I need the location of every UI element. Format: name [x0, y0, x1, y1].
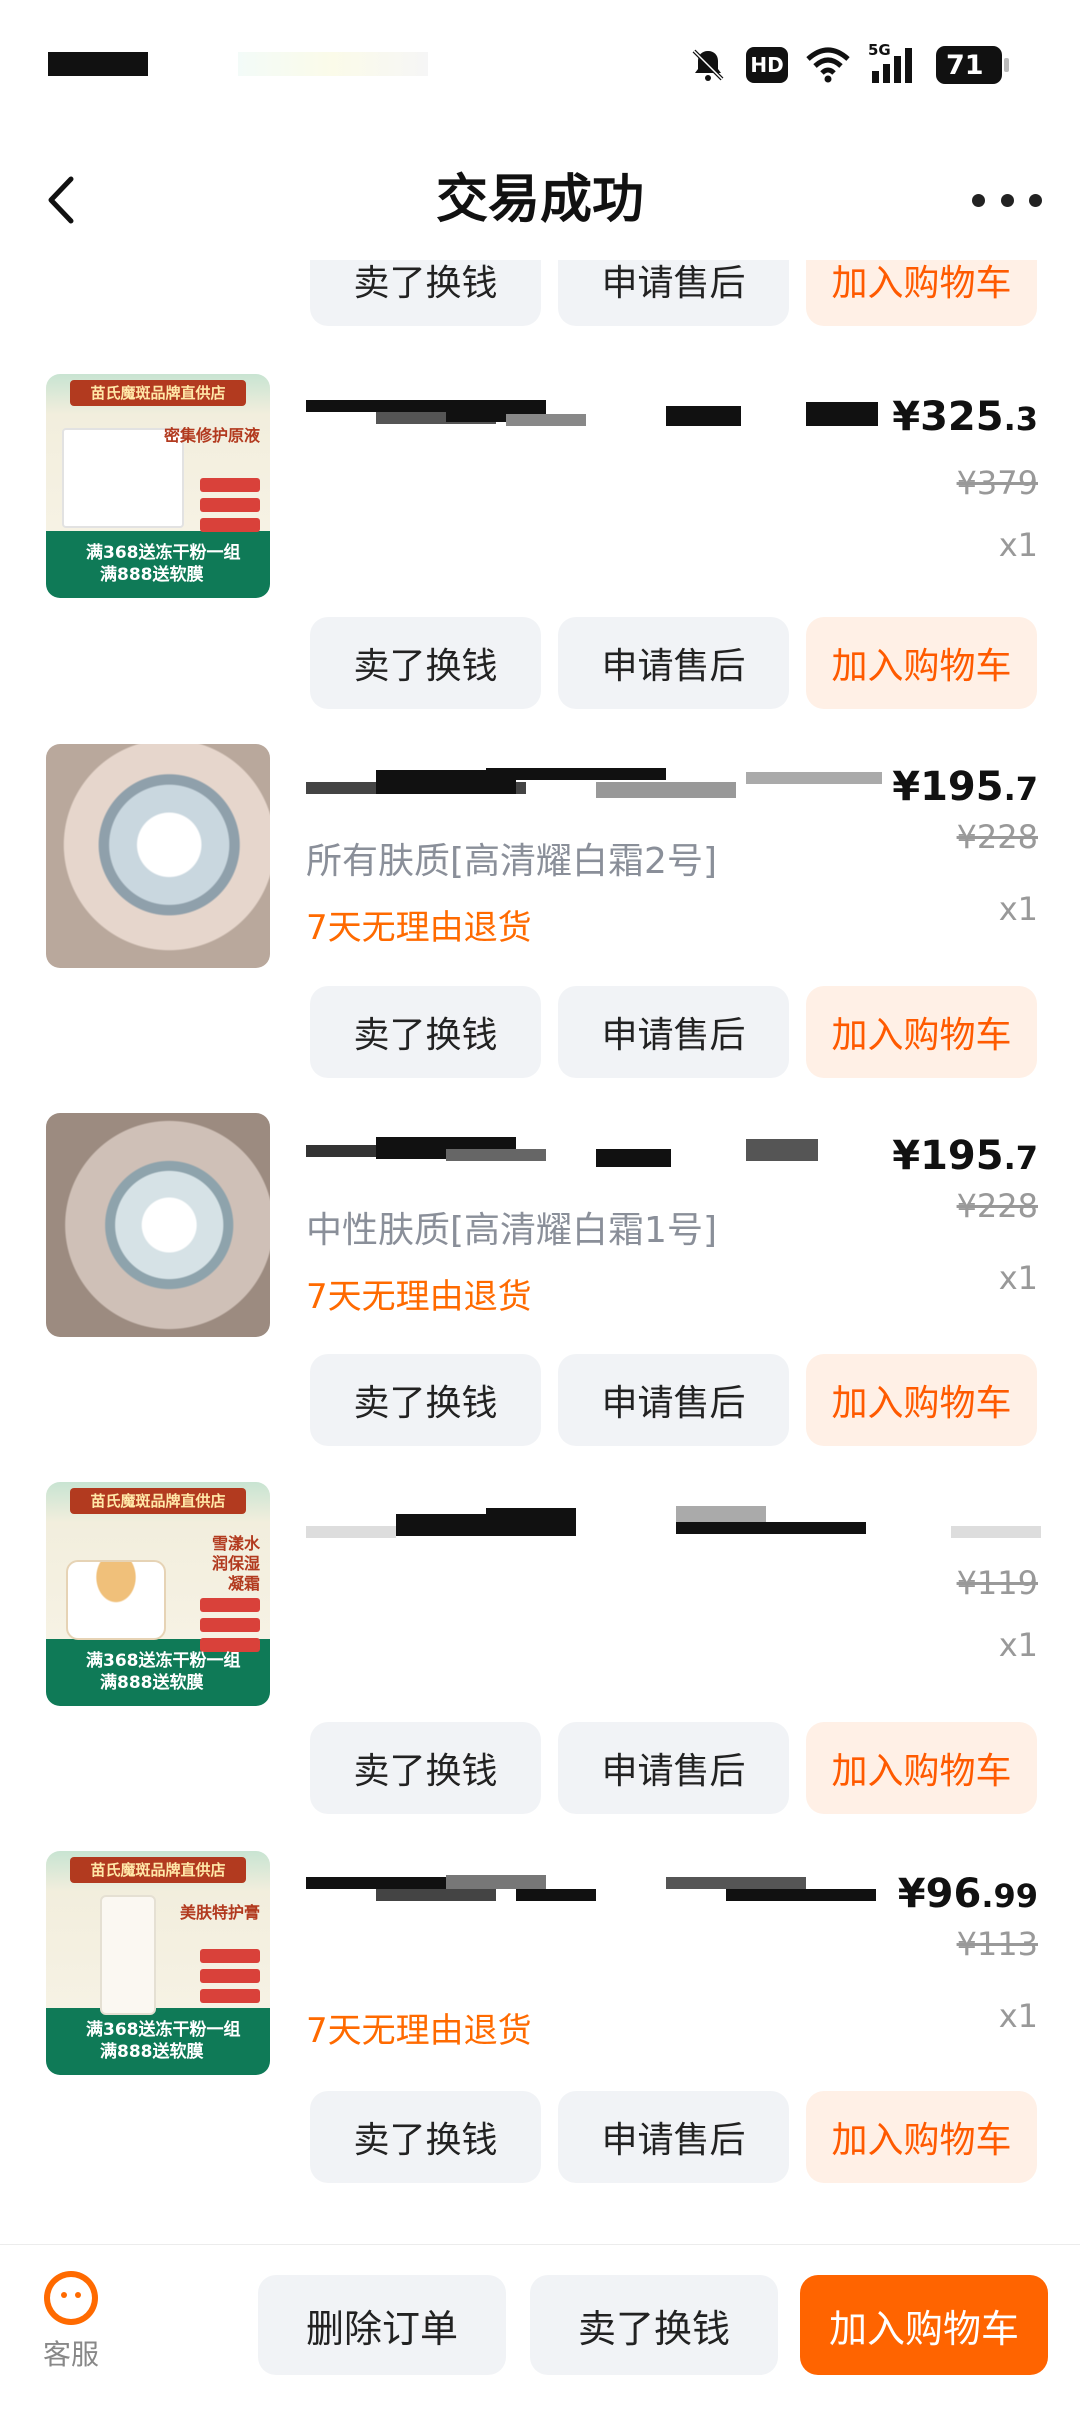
brand-banner: 苗氏魔斑品牌直供店: [70, 1857, 246, 1883]
brand-banner: 苗氏魔斑品牌直供店: [70, 1488, 246, 1514]
item-quantity: x1: [998, 1997, 1038, 2035]
item-action-row: 卖了换钱 申请售后 加入购物车: [310, 1722, 1038, 1814]
order-item[interactable]: 苗氏魔斑品牌直供店 雪漾水润保湿凝霜 满368送冻干粉一组 满888送软膜 ¥11…: [0, 1482, 1080, 1722]
item-price: ¥96.99: [897, 1871, 1038, 1917]
order-item[interactable]: 苗氏魔斑品牌直供店 密集修护原液 满368送冻干粉一组 满888送软膜 ¥325.…: [0, 374, 1080, 614]
return-policy-tag: 7天无理由退货: [306, 908, 532, 948]
hd-badge: HD: [746, 47, 788, 83]
add-to-cart-button[interactable]: 加入购物车: [806, 986, 1037, 1078]
delete-order-button[interactable]: 删除订单: [258, 2275, 506, 2375]
after-sale-button[interactable]: 申请售后: [558, 1354, 789, 1446]
item-quantity: x1: [998, 890, 1038, 928]
item-action-row: 卖了换钱 申请售后 加入购物车: [310, 617, 1038, 709]
add-to-cart-button[interactable]: 加入购物车: [806, 260, 1037, 326]
sell-button[interactable]: 卖了换钱: [310, 260, 541, 326]
item-action-row: 卖了换钱 申请售后 加入购物车: [310, 1354, 1038, 1446]
product-image[interactable]: 苗氏魔斑品牌直供店 雪漾水润保湿凝霜 满368送冻干粉一组 满888送软膜: [46, 1482, 270, 1706]
sell-button[interactable]: 卖了换钱: [310, 986, 541, 1078]
after-sale-button[interactable]: 申请售后: [558, 260, 789, 326]
sell-button[interactable]: 卖了换钱: [310, 1354, 541, 1446]
nav-header: 交易成功: [0, 150, 1080, 250]
promo-footer: 满368送冻干粉一组 满888送软膜: [86, 1651, 241, 1693]
original-price: ¥113: [956, 1925, 1038, 1963]
item-action-row: 卖了换钱 申请售后 加入购物车: [310, 260, 1038, 326]
after-sale-button[interactable]: 申请售后: [558, 986, 789, 1078]
order-item[interactable]: 苗氏魔斑品牌直供店 美肤特护膏 满368送冻干粉一组 满888送软膜 ¥96.99…: [0, 1851, 1080, 2091]
after-sale-button[interactable]: 申请售后: [558, 1722, 789, 1814]
product-headline: 雪漾水润保湿凝霜: [211, 1534, 260, 1593]
product-title-redacted: [306, 1873, 886, 1913]
promo-footer: 满368送冻干粉一组 满888送软膜: [86, 543, 241, 585]
product-title-redacted: [306, 1135, 886, 1175]
item-quantity: x1: [998, 1259, 1038, 1297]
return-policy-tag: 7天无理由退货: [306, 2011, 532, 2051]
product-title-redacted: [306, 1504, 1046, 1544]
item-quantity: x1: [998, 1626, 1038, 1664]
back-arrow-icon[interactable]: [30, 170, 90, 230]
brand-banner: 苗氏魔斑品牌直供店: [70, 380, 246, 406]
status-notification-redacted: [238, 52, 428, 76]
sell-button[interactable]: 卖了换钱: [530, 2275, 778, 2375]
signal-icon: 5G: [868, 41, 918, 85]
promo-footer: 满368送冻干粉一组 满888送软膜: [86, 2020, 241, 2062]
product-headline: 密集修护原液: [163, 426, 260, 445]
product-spec: 所有肤质[高清耀白霜2号]: [306, 841, 717, 882]
add-to-cart-button[interactable]: 加入购物车: [806, 1354, 1037, 1446]
return-policy-tag: 7天无理由退货: [306, 1277, 532, 1317]
sell-button[interactable]: 卖了换钱: [310, 2091, 541, 2183]
more-dots-icon[interactable]: [972, 180, 1042, 220]
add-to-cart-button[interactable]: 加入购物车: [806, 617, 1037, 709]
add-to-cart-button[interactable]: 加入购物车: [806, 2091, 1037, 2183]
customer-service-button[interactable]: 客服: [36, 2271, 106, 2373]
battery-icon: 71: [936, 46, 1009, 84]
product-title-redacted: [306, 766, 886, 806]
item-price: ¥325.3: [892, 394, 1038, 440]
after-sale-button[interactable]: 申请售后: [558, 2091, 789, 2183]
item-price: ¥195.7: [892, 1133, 1038, 1179]
status-time-redacted: [48, 52, 148, 76]
smile-service-icon: [44, 2271, 98, 2325]
item-quantity: x1: [998, 526, 1038, 564]
product-image[interactable]: [46, 744, 270, 968]
cream-tube: [100, 1895, 156, 2015]
item-action-row: 卖了换钱 申请售后 加入购物车: [310, 986, 1038, 1078]
after-sale-button[interactable]: 申请售后: [558, 617, 789, 709]
original-price: ¥228: [956, 1187, 1038, 1225]
original-price: ¥228: [956, 818, 1038, 856]
product-title-redacted: [306, 396, 886, 436]
customer-service-label: 客服: [42, 2338, 99, 2371]
network-label: 5G: [868, 41, 891, 59]
order-item[interactable]: ¥195.7 中性肤质[高清耀白霜1号] 7天无理由退货 ¥228 x1: [0, 1113, 1080, 1353]
product-image[interactable]: [46, 1113, 270, 1337]
product-image[interactable]: 苗氏魔斑品牌直供店 密集修护原液 满368送冻干粉一组 满888送软膜: [46, 374, 270, 598]
order-item-list[interactable]: 卖了换钱 申请售后 加入购物车 苗氏魔斑品牌直供店 密集修护原液 满368送冻干…: [0, 260, 1080, 2240]
add-to-cart-button[interactable]: 加入购物车: [806, 1722, 1037, 1814]
status-icons: HD 5G 71: [688, 40, 1009, 90]
bottom-action-bar: 客服 删除订单 卖了换钱 加入购物车: [0, 2244, 1080, 2414]
add-to-cart-button[interactable]: 加入购物车: [800, 2275, 1048, 2375]
original-price: ¥379: [956, 464, 1038, 502]
product-spec: 中性肤质[高清耀白霜1号]: [306, 1210, 717, 1251]
mute-bell-icon: [688, 45, 728, 85]
product-image[interactable]: 苗氏魔斑品牌直供店 美肤特护膏 满368送冻干粉一组 满888送软膜: [46, 1851, 270, 2075]
status-bar: HD 5G 71: [0, 0, 1080, 130]
cream-jar: [66, 1560, 166, 1640]
product-headline: 美肤特护膏: [179, 1903, 260, 1922]
order-item[interactable]: ¥195.7 所有肤质[高清耀白霜2号] 7天无理由退货 ¥228 x1: [0, 744, 1080, 984]
original-price: ¥119: [956, 1564, 1038, 1602]
sell-button[interactable]: 卖了换钱: [310, 1722, 541, 1814]
wifi-icon: [806, 47, 850, 83]
sell-button[interactable]: 卖了换钱: [310, 617, 541, 709]
page-title: 交易成功: [435, 170, 644, 230]
item-action-row: 卖了换钱 申请售后 加入购物车: [310, 2091, 1038, 2183]
item-price: ¥195.7: [892, 764, 1038, 810]
